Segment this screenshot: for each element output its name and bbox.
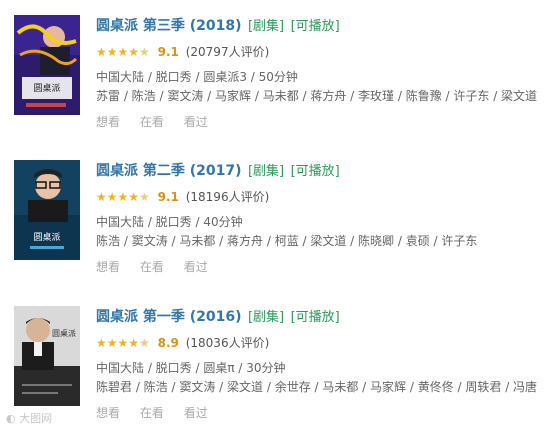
watched-link[interactable]: 看过 (184, 115, 208, 129)
want-to-watch-link[interactable]: 想看 (96, 115, 120, 129)
meta-line: 中国大陆 / 脱口秀 / 圆桌派3 / 50分钟 (96, 70, 298, 84)
rating-score: 9.1 (157, 45, 179, 59)
poster-title: 圆桌派 (33, 231, 60, 243)
title-link[interactable]: 圆桌派 第一季 (2016) (96, 309, 242, 325)
poster-title: 圆桌派 (33, 82, 60, 94)
info-block: 圆桌派 第三季 (2018) [剧集] [可播放] ★★★★★ 9.1 (207… (96, 15, 544, 132)
action-links: 想看 在看 看过 (96, 403, 544, 423)
rating-score: 8.9 (157, 336, 179, 350)
rating-score: 9.1 (157, 190, 179, 204)
rating-line: ★★★★★ 9.1 (20797人评价) (96, 42, 544, 62)
rating-stars-icon: ★★★★★ (96, 190, 150, 204)
rating-line: ★★★★★ 8.9 (18036人评价) (96, 333, 544, 353)
want-to-watch-link[interactable]: 想看 (96, 406, 120, 420)
want-to-watch-link[interactable]: 想看 (96, 260, 120, 274)
meta-line: 中国大陆 / 脱口秀 / 圆桌π / 30分钟 (96, 361, 286, 375)
rating-stars-icon: ★★★★★ (96, 336, 150, 350)
title-line: 圆桌派 第一季 (2016) [剧集] [可播放] (96, 306, 544, 328)
poster-art: 圆桌派 (14, 160, 80, 260)
result-item-2: 圆桌派 圆桌派 第二季 (2017) [剧集] [可播放] ★★★★★ 9.1 … (14, 160, 544, 280)
watermark: ◐ 大图网 (6, 410, 52, 426)
title-line: 圆桌派 第二季 (2017) [剧集] [可播放] (96, 160, 544, 182)
watching-link[interactable]: 在看 (140, 260, 164, 274)
watched-link[interactable]: 看过 (184, 260, 208, 274)
watermark-text: 大图网 (19, 412, 53, 425)
poster-title: 圆桌派 (52, 328, 76, 338)
watermark-logo-icon: ◐ (6, 412, 16, 425)
tag-playable[interactable]: [可播放] (291, 164, 340, 179)
title-line: 圆桌派 第三季 (2018) [剧集] [可播放] (96, 15, 544, 37)
meta-line: 中国大陆 / 脱口秀 / 40分钟 (96, 215, 243, 229)
watched-link[interactable]: 看过 (184, 406, 208, 420)
poster-image[interactable]: 圆桌派 (14, 160, 80, 260)
rating-line: ★★★★★ 9.1 (18196人评价) (96, 187, 544, 207)
rating-stars-icon: ★★★★★ (96, 45, 150, 59)
tag-playable[interactable]: [可播放] (291, 310, 340, 325)
result-item-3: 圆桌派 圆桌派 第一季 (2016) [剧集] [可播放] ★★★★★ 8.9 … (14, 306, 544, 426)
poster-image[interactable]: 圆桌派 (14, 15, 80, 115)
tag-playable[interactable]: [可播放] (291, 19, 340, 34)
rating-count[interactable]: (18196人评价) (186, 190, 270, 204)
tag-series[interactable]: [剧集] (248, 19, 284, 34)
watching-link[interactable]: 在看 (140, 115, 164, 129)
rating-count[interactable]: (18036人评价) (186, 336, 270, 350)
result-item-1: 圆桌派 圆桌派 第三季 (2018) [剧集] [可播放] ★★★★★ 9.1 … (14, 15, 544, 135)
rating-count[interactable]: (20797人评价) (186, 45, 270, 59)
cast-line: 陈浩 / 窦文涛 / 马未都 / 蒋方舟 / 柯蓝 / 梁文道 / 陈晓卿 / … (96, 234, 478, 248)
action-links: 想看 在看 看过 (96, 112, 544, 132)
info-block: 圆桌派 第一季 (2016) [剧集] [可播放] ★★★★★ 8.9 (180… (96, 306, 544, 423)
poster-art: 圆桌派 (14, 15, 80, 115)
cast-line: 陈碧君 / 陈浩 / 窦文涛 / 梁文道 / 余世存 / 马未都 / 马家辉 /… (96, 380, 538, 394)
title-link[interactable]: 圆桌派 第二季 (2017) (96, 163, 242, 179)
poster-art: 圆桌派 (14, 306, 80, 406)
action-links: 想看 在看 看过 (96, 257, 544, 277)
watching-link[interactable]: 在看 (140, 406, 164, 420)
info-block: 圆桌派 第二季 (2017) [剧集] [可播放] ★★★★★ 9.1 (181… (96, 160, 544, 277)
poster-image[interactable]: 圆桌派 (14, 306, 80, 406)
title-link[interactable]: 圆桌派 第三季 (2018) (96, 18, 242, 34)
tag-series[interactable]: [剧集] (248, 164, 284, 179)
cast-line: 苏雷 / 陈浩 / 窦文涛 / 马家辉 / 马未都 / 蒋方舟 / 李玫瑾 / … (96, 89, 538, 103)
tag-series[interactable]: [剧集] (248, 310, 284, 325)
